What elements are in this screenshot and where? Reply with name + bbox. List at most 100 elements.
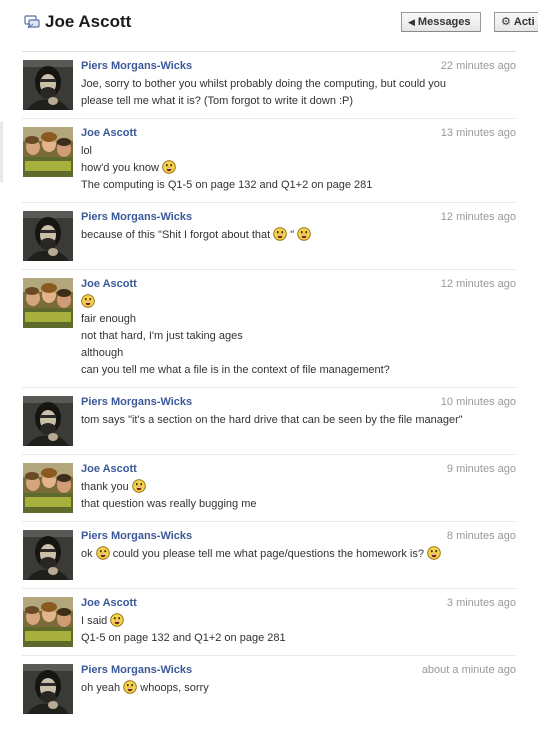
message-text: can you tell me what a file is in the co… bbox=[81, 364, 390, 376]
message-line: oh yeah whoops, sorry bbox=[81, 680, 463, 697]
message-text: Joe, sorry to bother you whilst probably… bbox=[81, 78, 447, 107]
message-item: Piers Morgans-Wicks 22 minutes ago Joe, so… bbox=[22, 52, 516, 119]
message-line: tom says "it's a section on the hard dri… bbox=[81, 412, 463, 429]
message-line: thank you bbox=[81, 479, 463, 496]
message-text: how'd you know bbox=[81, 162, 162, 174]
message-body: thank you that question was really buggi… bbox=[81, 479, 463, 513]
message-text: thank you bbox=[81, 481, 132, 493]
message-body: lol how'd you know The computing is Q1-5 … bbox=[81, 143, 463, 194]
message-item: Joe Ascott 3 minutes ago I said Q1-5 on pa… bbox=[22, 589, 516, 656]
message-body: tom says "it's a section on the hard dri… bbox=[81, 412, 463, 429]
message-line: lol bbox=[81, 143, 463, 160]
message-line: fair enough bbox=[81, 311, 463, 328]
message-text: ok bbox=[81, 548, 96, 560]
message-timestamp: 3 minutes ago bbox=[446, 597, 516, 609]
message-line: The computing is Q1-5 on page 132 and Q1… bbox=[81, 177, 463, 194]
message-text: that question was really bugging me bbox=[81, 498, 257, 510]
message-timestamp: 22 minutes ago bbox=[440, 60, 516, 72]
avatar[interactable] bbox=[23, 396, 73, 446]
message-text: Q1-5 on page 132 and Q1+2 on page 281 bbox=[81, 632, 286, 644]
triangle-left-icon: ◀ bbox=[408, 17, 415, 27]
message-text: not that hard, I'm just taking ages bbox=[81, 330, 243, 342]
avatar[interactable] bbox=[23, 127, 73, 177]
messages-button-label: Messages bbox=[417, 16, 471, 28]
message-body: fair enough not that hard, I'm just takin… bbox=[81, 294, 463, 379]
avatar[interactable] bbox=[23, 463, 73, 513]
sender-name-link[interactable]: Joe Ascott bbox=[81, 597, 137, 609]
message-text: I said bbox=[81, 615, 111, 627]
message-item: Joe Ascott 13 minutes ago lol how'd you kno… bbox=[22, 119, 516, 203]
sender-name-link[interactable]: Joe Ascott bbox=[81, 463, 137, 475]
message-line: Joe, sorry to bother you whilst probably… bbox=[81, 76, 463, 110]
message-line: that question was really bugging me bbox=[81, 496, 463, 513]
message-item: Piers Morgans-Wicks 10 minutes ago tom say… bbox=[22, 388, 516, 455]
message-text: could you please tell me what page/quest… bbox=[109, 548, 428, 560]
message-text: whoops, sorry bbox=[137, 682, 209, 694]
message-line: Q1-5 on page 132 and Q1+2 on page 281 bbox=[81, 630, 463, 647]
message-text: because of this "Shit I forgot about tha… bbox=[81, 229, 274, 241]
message-item: Piers Morgans-Wicks about a minute ago oh … bbox=[22, 656, 516, 718]
message-body: oh yeah whoops, sorry bbox=[81, 680, 463, 697]
message-text: " bbox=[287, 229, 298, 241]
smiley-icon bbox=[123, 680, 137, 694]
avatar[interactable] bbox=[23, 60, 73, 110]
message-item: Joe Ascott 12 minutes ago fair enough not t… bbox=[22, 270, 516, 388]
sender-name-link[interactable]: Joe Ascott bbox=[81, 127, 137, 139]
avatar[interactable] bbox=[23, 664, 73, 714]
message-text: oh yeah bbox=[81, 682, 124, 694]
smiley-icon bbox=[110, 613, 125, 627]
message-line bbox=[81, 294, 463, 311]
avatar[interactable] bbox=[23, 597, 73, 647]
page-title: Joe Ascott bbox=[45, 12, 132, 31]
sender-name-link[interactable]: Piers Morgans-Wicks bbox=[81, 530, 192, 542]
message-line: not that hard, I'm just taking ages bbox=[81, 328, 463, 345]
message-line: can you tell me what a file is in the co… bbox=[81, 362, 463, 379]
sender-name-link[interactable]: Piers Morgans-Wicks bbox=[81, 211, 192, 223]
smiley-icon bbox=[297, 227, 312, 241]
avatar[interactable] bbox=[23, 530, 73, 580]
message-timestamp: 13 minutes ago bbox=[440, 127, 516, 139]
message-thread: Piers Morgans-Wicks 22 minutes ago Joe, so… bbox=[22, 52, 516, 718]
thread-header: Joe Ascott ◀ Messages ⚙ Acti bbox=[0, 0, 538, 50]
sender-name-link[interactable]: Piers Morgans-Wicks bbox=[81, 396, 192, 408]
message-timestamp: 9 minutes ago bbox=[446, 463, 516, 475]
message-text: The computing is Q1-5 on page 132 and Q1… bbox=[81, 179, 373, 191]
smiley-icon bbox=[427, 546, 441, 560]
message-body: Joe, sorry to bother you whilst probably… bbox=[81, 76, 463, 110]
avatar[interactable] bbox=[23, 278, 73, 328]
sender-name-link[interactable]: Piers Morgans-Wicks bbox=[81, 664, 192, 676]
message-bubble-icon bbox=[24, 15, 40, 29]
message-text: although bbox=[81, 347, 124, 359]
message-item: Piers Morgans-Wicks 8 minutes ago ok could… bbox=[22, 522, 516, 589]
message-timestamp: 10 minutes ago bbox=[440, 396, 516, 408]
smiley-icon bbox=[95, 546, 110, 560]
gear-icon: ⚙ bbox=[501, 16, 511, 28]
message-line: how'd you know bbox=[81, 160, 463, 177]
message-body: ok could you please tell me what page/qu… bbox=[81, 546, 463, 563]
sender-name-link[interactable]: Joe Ascott bbox=[81, 278, 137, 290]
back-to-messages-button[interactable]: ◀ Messages bbox=[401, 12, 481, 32]
message-timestamp: 8 minutes ago bbox=[446, 530, 516, 542]
message-timestamp: 12 minutes ago bbox=[440, 278, 516, 290]
message-text: lol bbox=[81, 145, 93, 157]
message-timestamp: 12 minutes ago bbox=[440, 211, 516, 223]
message-item: Joe Ascott 9 minutes ago thank you that qu… bbox=[22, 455, 516, 522]
message-timestamp: about a minute ago bbox=[421, 664, 516, 676]
actions-button-label: Acti bbox=[513, 16, 535, 28]
avatar[interactable] bbox=[23, 211, 73, 261]
actions-button[interactable]: ⚙ Acti bbox=[494, 12, 538, 32]
smiley-icon bbox=[273, 227, 288, 241]
message-text: tom says "it's a section on the hard dri… bbox=[81, 414, 463, 426]
page-edge bbox=[0, 122, 3, 182]
smiley-icon bbox=[132, 479, 146, 493]
message-line: ok could you please tell me what page/qu… bbox=[81, 546, 463, 563]
message-line: I said bbox=[81, 613, 463, 630]
message-line: although bbox=[81, 345, 463, 362]
message-text: fair enough bbox=[81, 313, 137, 325]
message-body: because of this "Shit I forgot about tha… bbox=[81, 227, 463, 244]
message-line: because of this "Shit I forgot about tha… bbox=[81, 227, 463, 244]
smiley-icon bbox=[162, 160, 176, 174]
sender-name-link[interactable]: Piers Morgans-Wicks bbox=[81, 60, 192, 72]
smiley-icon bbox=[81, 294, 95, 308]
message-body: I said Q1-5 on page 132 and Q1+2 on page… bbox=[81, 613, 463, 647]
